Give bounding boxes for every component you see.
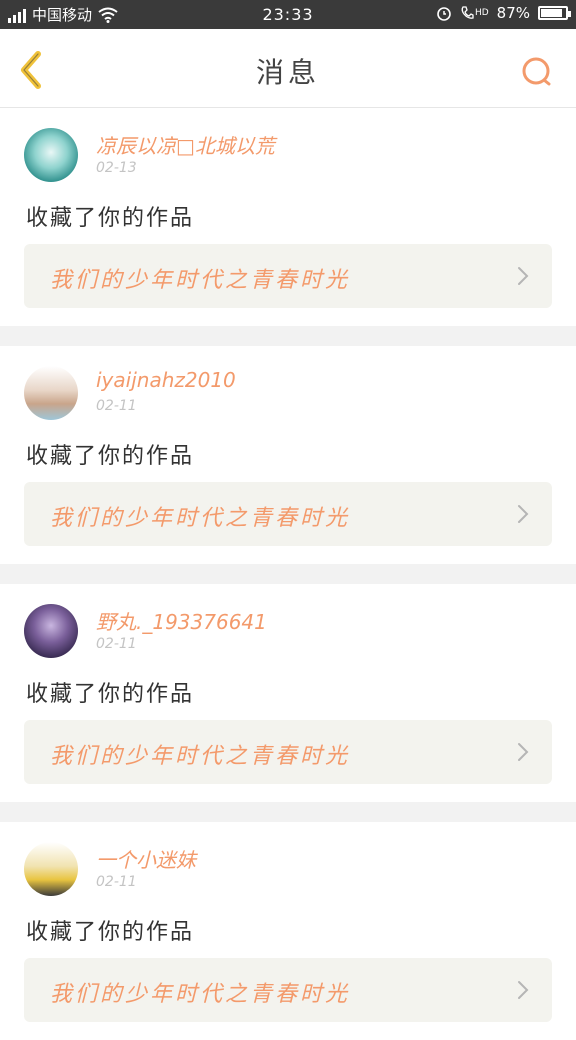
message-action: 收藏了你的作品 bbox=[26, 206, 195, 231]
hd-call-icon: HD bbox=[460, 5, 489, 21]
message-item: 凉辰以凉□北城以荒 02-13 收藏了你的作品 我们的少年时代之青春时光 bbox=[0, 108, 576, 326]
message-action: 收藏了你的作品 bbox=[26, 682, 195, 707]
work-link[interactable]: 我们的少年时代之青春时光 bbox=[24, 958, 552, 1022]
chevron-right-icon bbox=[518, 505, 529, 523]
message-item: 野丸._193376641 02-11 收藏了你的作品 我们的少年时代之青春时光 bbox=[0, 584, 576, 802]
work-link[interactable]: 我们的少年时代之青春时光 bbox=[24, 244, 552, 308]
avatar[interactable] bbox=[24, 128, 78, 182]
chevron-right-icon bbox=[518, 267, 529, 285]
username[interactable]: iyaijnahz2010 bbox=[96, 368, 236, 392]
battery-percent: 87% bbox=[496, 4, 530, 22]
message-action: 收藏了你的作品 bbox=[26, 920, 195, 945]
message-item: iyaijnahz2010 02-11 收藏了你的作品 我们的少年时代之青春时光 bbox=[0, 346, 576, 564]
message-date: 02-11 bbox=[96, 398, 137, 414]
search-button[interactable] bbox=[520, 55, 554, 89]
status-right: HD 87% bbox=[436, 4, 571, 22]
work-title: 我们的少年时代之青春时光 bbox=[50, 982, 351, 1007]
alarm-icon bbox=[437, 7, 451, 21]
work-title: 我们的少年时代之青春时光 bbox=[50, 744, 351, 769]
username[interactable]: 凉辰以凉□北城以荒 bbox=[96, 130, 275, 159]
battery-fill bbox=[541, 9, 562, 17]
separator bbox=[0, 802, 576, 822]
username[interactable]: 野丸._193376641 bbox=[96, 606, 267, 635]
battery-icon bbox=[538, 6, 571, 20]
search-icon bbox=[522, 57, 551, 86]
message-date: 02-13 bbox=[96, 160, 137, 176]
separator bbox=[0, 564, 576, 584]
work-title: 我们的少年时代之青春时光 bbox=[50, 506, 351, 531]
status-bar: 中国移动 23:33 HD 87% bbox=[0, 0, 576, 29]
message-item: 一个小迷妹 02-11 收藏了你的作品 我们的少年时代之青春时光 bbox=[0, 822, 576, 1040]
avatar[interactable] bbox=[24, 366, 78, 420]
chevron-right-icon bbox=[518, 981, 529, 999]
chevron-right-icon bbox=[518, 743, 529, 761]
hd-label: HD bbox=[474, 8, 489, 18]
work-link[interactable]: 我们的少年时代之青春时光 bbox=[24, 482, 552, 546]
work-link[interactable]: 我们的少年时代之青春时光 bbox=[24, 720, 552, 784]
separator bbox=[0, 326, 576, 346]
message-date: 02-11 bbox=[96, 874, 137, 890]
username[interactable]: 一个小迷妹 bbox=[96, 844, 196, 873]
message-date: 02-11 bbox=[96, 636, 137, 652]
message-action: 收藏了你的作品 bbox=[26, 444, 195, 469]
avatar[interactable] bbox=[24, 842, 78, 896]
work-title: 我们的少年时代之青春时光 bbox=[50, 268, 351, 293]
message-list: 凉辰以凉□北城以荒 02-13 收藏了你的作品 我们的少年时代之青春时光 iya… bbox=[0, 108, 576, 1040]
page-title: 消息 bbox=[255, 56, 320, 89]
avatar[interactable] bbox=[24, 604, 78, 658]
header: 消息 bbox=[0, 29, 576, 108]
